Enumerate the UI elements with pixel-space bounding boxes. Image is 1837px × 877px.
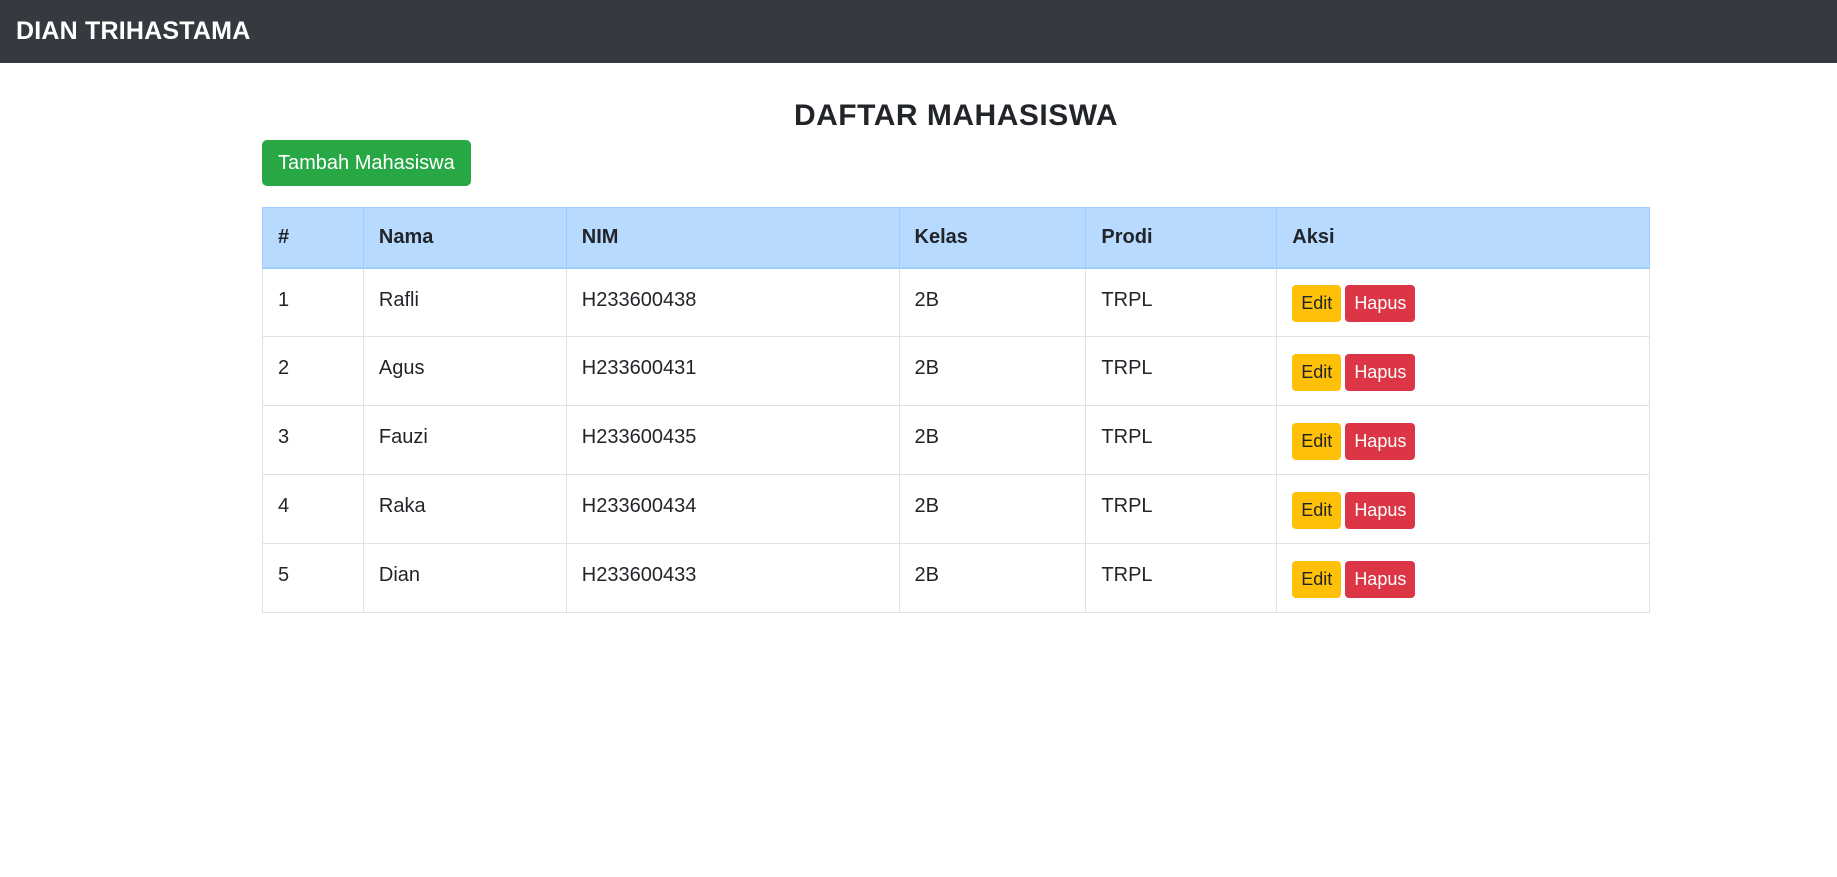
- edit-button[interactable]: Edit: [1292, 353, 1342, 391]
- delete-button[interactable]: Hapus: [1345, 422, 1416, 460]
- cell-class: 2B: [898, 405, 1087, 475]
- cell-number: 5: [262, 543, 364, 613]
- cell-class: 2B: [898, 267, 1087, 337]
- cell-number: 4: [262, 474, 364, 544]
- cell-nim: H233600435: [565, 405, 900, 475]
- delete-button[interactable]: Hapus: [1345, 284, 1416, 322]
- cell-name: Raka: [362, 474, 567, 544]
- table-row: 3 Fauzi H233600435 2B TRPL Edit Hapus: [262, 405, 1650, 475]
- table-row: 2 Agus H233600431 2B TRPL Edit Hapus: [262, 336, 1650, 406]
- cell-name: Dian: [362, 543, 567, 613]
- cell-name: Rafli: [362, 267, 567, 337]
- cell-program: TRPL: [1085, 543, 1278, 613]
- cell-class: 2B: [898, 336, 1087, 406]
- cell-actions: Edit Hapus: [1276, 543, 1650, 613]
- cell-program: TRPL: [1085, 267, 1278, 337]
- cell-nim: H233600434: [565, 474, 900, 544]
- cell-nim: H233600431: [565, 336, 900, 406]
- delete-button[interactable]: Hapus: [1345, 560, 1416, 598]
- cell-actions: Edit Hapus: [1276, 474, 1650, 544]
- column-header-program: Prodi: [1085, 207, 1278, 269]
- page-title: DAFTAR MAHASISWA: [793, 99, 1119, 132]
- cell-class: 2B: [898, 474, 1087, 544]
- cell-name: Fauzi: [362, 405, 567, 475]
- students-table: # Nama NIM Kelas Prodi Aksi 1 Rafli H233…: [262, 207, 1650, 613]
- cell-class: 2B: [898, 543, 1087, 613]
- delete-button[interactable]: Hapus: [1345, 353, 1416, 391]
- column-header-nim: NIM: [565, 207, 900, 269]
- cell-program: TRPL: [1085, 405, 1278, 475]
- table-row: 1 Rafli H233600438 2B TRPL Edit Hapus: [262, 267, 1650, 337]
- table-header-row: # Nama NIM Kelas Prodi Aksi: [262, 207, 1650, 269]
- cell-actions: Edit Hapus: [1276, 336, 1650, 406]
- cell-nim: H233600438: [565, 267, 900, 337]
- add-student-button[interactable]: Tambah Mahasiswa: [262, 140, 471, 186]
- cell-nim: H233600433: [565, 543, 900, 613]
- cell-program: TRPL: [1085, 336, 1278, 406]
- cell-number: 2: [262, 336, 364, 406]
- edit-button[interactable]: Edit: [1292, 491, 1342, 529]
- main-container: DAFTAR MAHASISWA Tambah Mahasiswa # Nama…: [262, 63, 1650, 613]
- edit-button[interactable]: Edit: [1292, 422, 1342, 460]
- column-header-class: Kelas: [898, 207, 1087, 269]
- edit-button[interactable]: Edit: [1292, 284, 1342, 322]
- cell-actions: Edit Hapus: [1276, 405, 1650, 475]
- cell-number: 3: [262, 405, 364, 475]
- table-row: 5 Dian H233600433 2B TRPL Edit Hapus: [262, 543, 1650, 613]
- cell-number: 1: [262, 267, 364, 337]
- table-row: 4 Raka H233600434 2B TRPL Edit Hapus: [262, 474, 1650, 544]
- column-header-actions: Aksi: [1276, 207, 1650, 269]
- navbar-brand[interactable]: DIAN TRIHASTAMA: [16, 17, 250, 46]
- edit-button[interactable]: Edit: [1292, 560, 1342, 598]
- navbar: DIAN TRIHASTAMA: [0, 0, 1837, 63]
- delete-button[interactable]: Hapus: [1345, 491, 1416, 529]
- cell-actions: Edit Hapus: [1276, 267, 1650, 337]
- cell-program: TRPL: [1085, 474, 1278, 544]
- cell-name: Agus: [362, 336, 567, 406]
- column-header-name: Nama: [362, 207, 567, 269]
- column-header-number: #: [262, 207, 364, 269]
